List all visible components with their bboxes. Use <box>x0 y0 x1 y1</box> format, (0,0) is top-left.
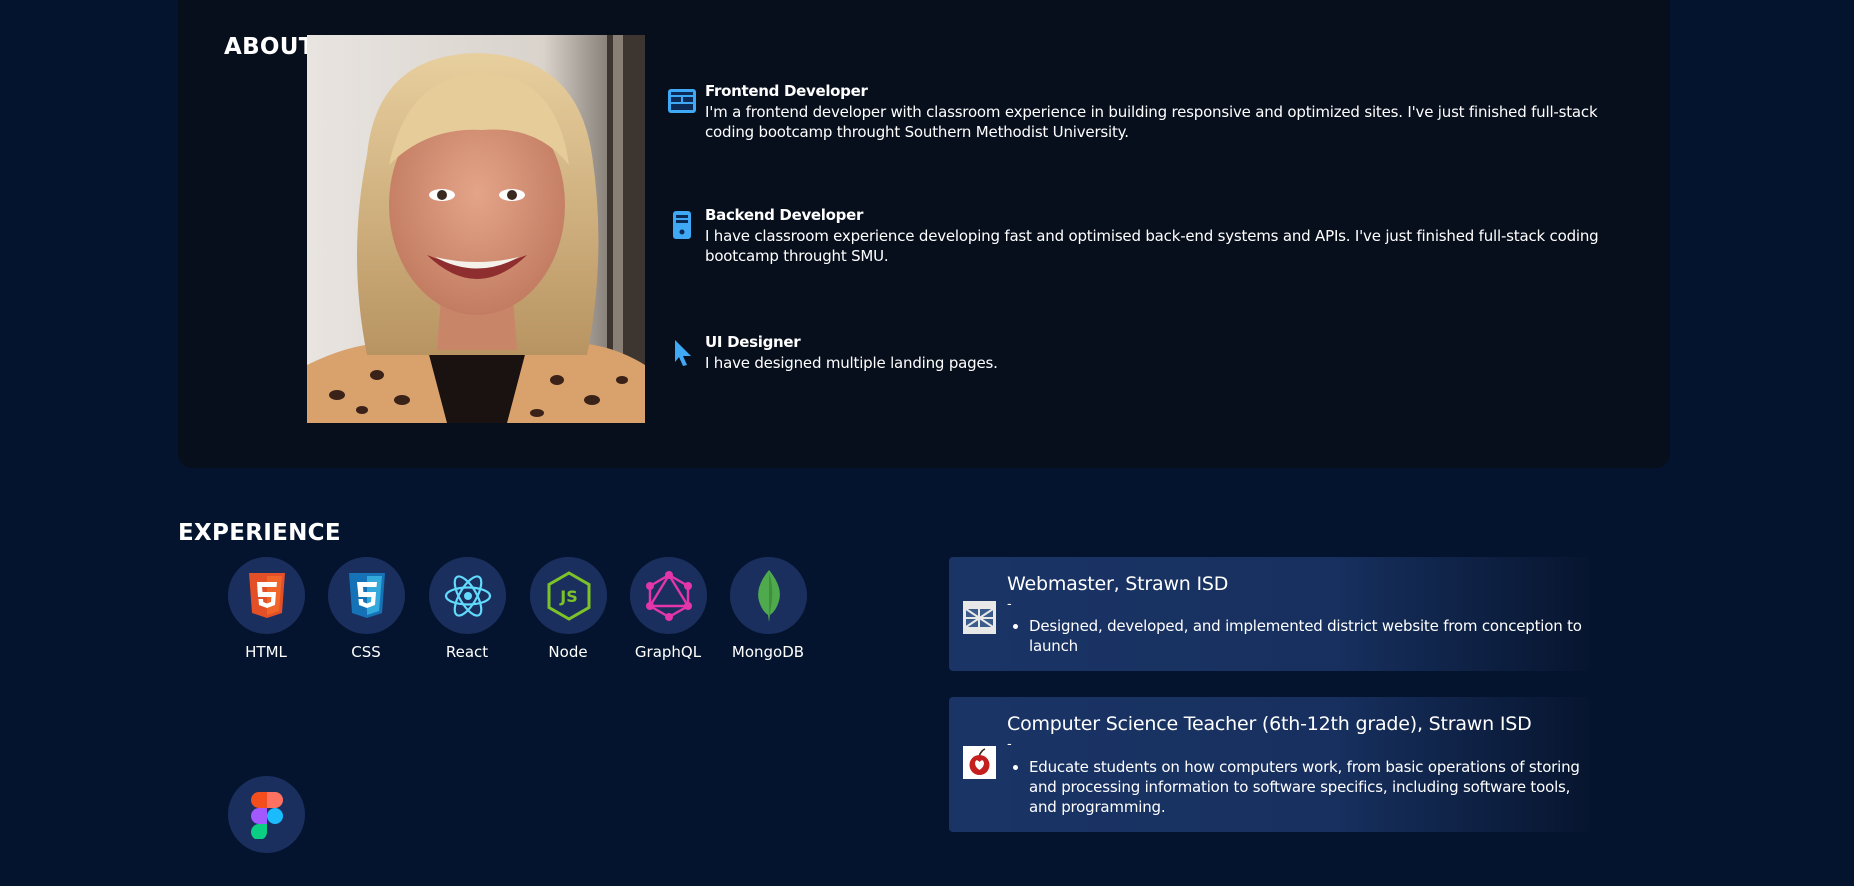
job-bullets: Educate students on how computers work, … <box>1007 757 1599 817</box>
skill-mongodb: MongoDB <box>718 557 818 667</box>
skill-node: JS Node <box>518 557 618 667</box>
browser-window-icon <box>668 89 696 113</box>
skill-label: MongoDB <box>731 643 805 661</box>
nodejs-icon: JS <box>547 570 590 621</box>
mongodb-icon <box>757 569 780 622</box>
skill-circle <box>228 776 305 853</box>
cursor-icon <box>675 340 691 366</box>
skill-circle <box>228 557 305 634</box>
skill-circle <box>328 557 405 634</box>
role-title: UI Designer <box>705 333 801 351</box>
job-card-cs-teacher: Computer Science Teacher (6th-12th grade… <box>949 697 1589 832</box>
teaching-apple-logo <box>963 746 996 779</box>
svg-text:JS: JS <box>559 587 577 606</box>
css3-icon <box>348 572 385 618</box>
skill-circle <box>429 557 506 634</box>
job-dates: - <box>1007 737 1012 752</box>
skill-figma <box>216 776 316 886</box>
job-title: Computer Science Teacher (6th-12th grade… <box>1007 713 1532 735</box>
list-item: Educate students on how computers work, … <box>1029 757 1599 817</box>
skill-react: React <box>417 557 517 667</box>
skill-label: GraphQL <box>634 643 702 661</box>
skill-html: HTML <box>216 557 316 667</box>
react-icon <box>444 574 491 617</box>
role-description: I'm a frontend developer with classroom … <box>705 103 1598 141</box>
skill-circle <box>730 557 807 634</box>
experience-heading: EXPERIENCE <box>178 520 341 546</box>
graphql-icon <box>645 570 692 621</box>
job-title: Webmaster, Strawn ISD <box>1007 573 1229 595</box>
role-description: I have classroom experience developing f… <box>705 227 1599 265</box>
list-item: Designed, developed, and implemented dis… <box>1029 616 1599 656</box>
role-title: Frontend Developer <box>705 82 868 100</box>
job-bullets: Designed, developed, and implemented dis… <box>1007 616 1599 656</box>
role-description: I have designed multiple landing pages. <box>705 354 998 372</box>
job-card-webmaster: Webmaster, Strawn ISD - Designed, develo… <box>949 557 1589 671</box>
profile-photo <box>307 35 645 423</box>
skill-css: CSS <box>316 557 416 667</box>
job-dates: - <box>1007 597 1012 612</box>
strawn-isd-logo <box>963 601 996 634</box>
skill-label: HTML <box>245 643 287 661</box>
server-icon <box>673 211 691 239</box>
skill-circle <box>630 557 707 634</box>
skill-graphql: GraphQL <box>618 557 718 667</box>
skill-label: Node <box>548 643 588 661</box>
skill-circle: JS <box>530 557 607 634</box>
html5-icon <box>248 572 285 618</box>
skill-label: CSS <box>351 643 381 661</box>
role-title: Backend Developer <box>705 206 864 224</box>
figma-icon <box>250 791 283 839</box>
skill-label: React <box>445 643 489 661</box>
about-heading: ABOUT <box>224 34 315 60</box>
